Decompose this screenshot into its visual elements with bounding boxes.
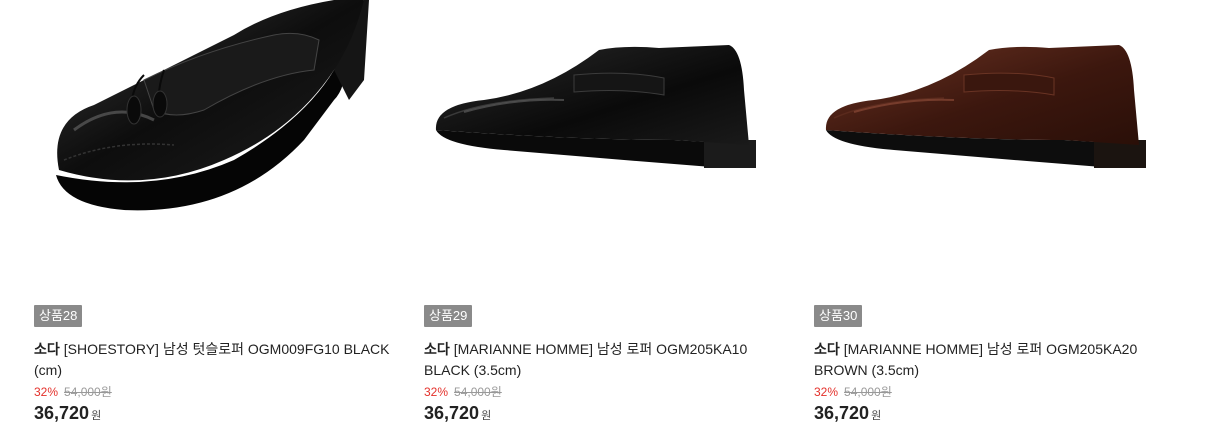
product-badge: 상품30 <box>814 305 863 327</box>
currency-label: 원 <box>481 410 492 422</box>
price-row: 32% 54,000원 <box>34 384 384 400</box>
brown-penny-loafer-image <box>825 45 1146 168</box>
black-penny-loafer-image <box>435 45 756 168</box>
product-image[interactable] <box>34 0 384 282</box>
product-card[interactable]: 상품29 소다 [MARIANNE HOMME] 남성 로퍼 OGM205KA10… <box>424 0 774 427</box>
black-tassel-loafer-image <box>56 0 369 211</box>
original-price: 54,000원 <box>454 385 502 399</box>
price-row: 32% 54,000원 <box>814 384 1164 400</box>
currency-label: 원 <box>871 410 882 422</box>
product-badge: 상품28 <box>34 305 83 327</box>
sale-price-row: 36,720 원 <box>34 402 384 427</box>
product-image[interactable] <box>424 0 774 282</box>
original-price: 54,000원 <box>64 385 112 399</box>
sale-price-row: 36,720 원 <box>424 402 774 427</box>
product-image[interactable] <box>814 0 1164 282</box>
product-title[interactable]: 소다 [SHOESTORY] 남성 텃슬로퍼 OGM009FG10 BLACK (… <box>34 339 394 381</box>
sale-price: 36,720 <box>814 403 870 423</box>
product-title[interactable]: 소다 [MARIANNE HOMME] 남성 로퍼 OGM205KA10 BLAC… <box>424 339 784 381</box>
product-card[interactable]: 상품30 소다 [MARIANNE HOMME] 남성 로퍼 OGM205KA20… <box>814 0 1164 427</box>
currency-label: 원 <box>91 410 102 422</box>
product-brand: 소다 <box>34 341 60 357</box>
discount-rate: 32% <box>34 385 59 399</box>
sale-price: 36,720 <box>424 403 480 423</box>
product-name[interactable]: [SHOESTORY] 남성 텃슬로퍼 OGM009FG10 BLACK (cm… <box>34 341 390 378</box>
price-row: 32% 54,000원 <box>424 384 774 400</box>
product-card[interactable]: 상품28 소다 [SHOESTORY] 남성 텃슬로퍼 OGM009FG10 BL… <box>34 0 390 427</box>
discount-rate: 32% <box>424 385 449 399</box>
product-brand: 소다 <box>424 341 450 357</box>
product-badge: 상품29 <box>424 305 473 327</box>
product-title[interactable]: 소다 [MARIANNE HOMME] 남성 로퍼 OGM205KA20 BROW… <box>814 339 1174 381</box>
product-grid: 상품28 소다 [SHOESTORY] 남성 텃슬로퍼 OGM009FG10 BL… <box>34 0 1164 427</box>
sale-price-row: 36,720 원 <box>814 402 1164 427</box>
original-price: 54,000원 <box>844 385 892 399</box>
sale-price: 36,720 <box>34 403 90 423</box>
product-name[interactable]: [MARIANNE HOMME] 남성 로퍼 OGM205KA10 BLACK … <box>424 341 747 378</box>
discount-rate: 32% <box>814 385 839 399</box>
product-name[interactable]: [MARIANNE HOMME] 남성 로퍼 OGM205KA20 BROWN … <box>814 341 1137 378</box>
product-brand: 소다 <box>814 341 840 357</box>
